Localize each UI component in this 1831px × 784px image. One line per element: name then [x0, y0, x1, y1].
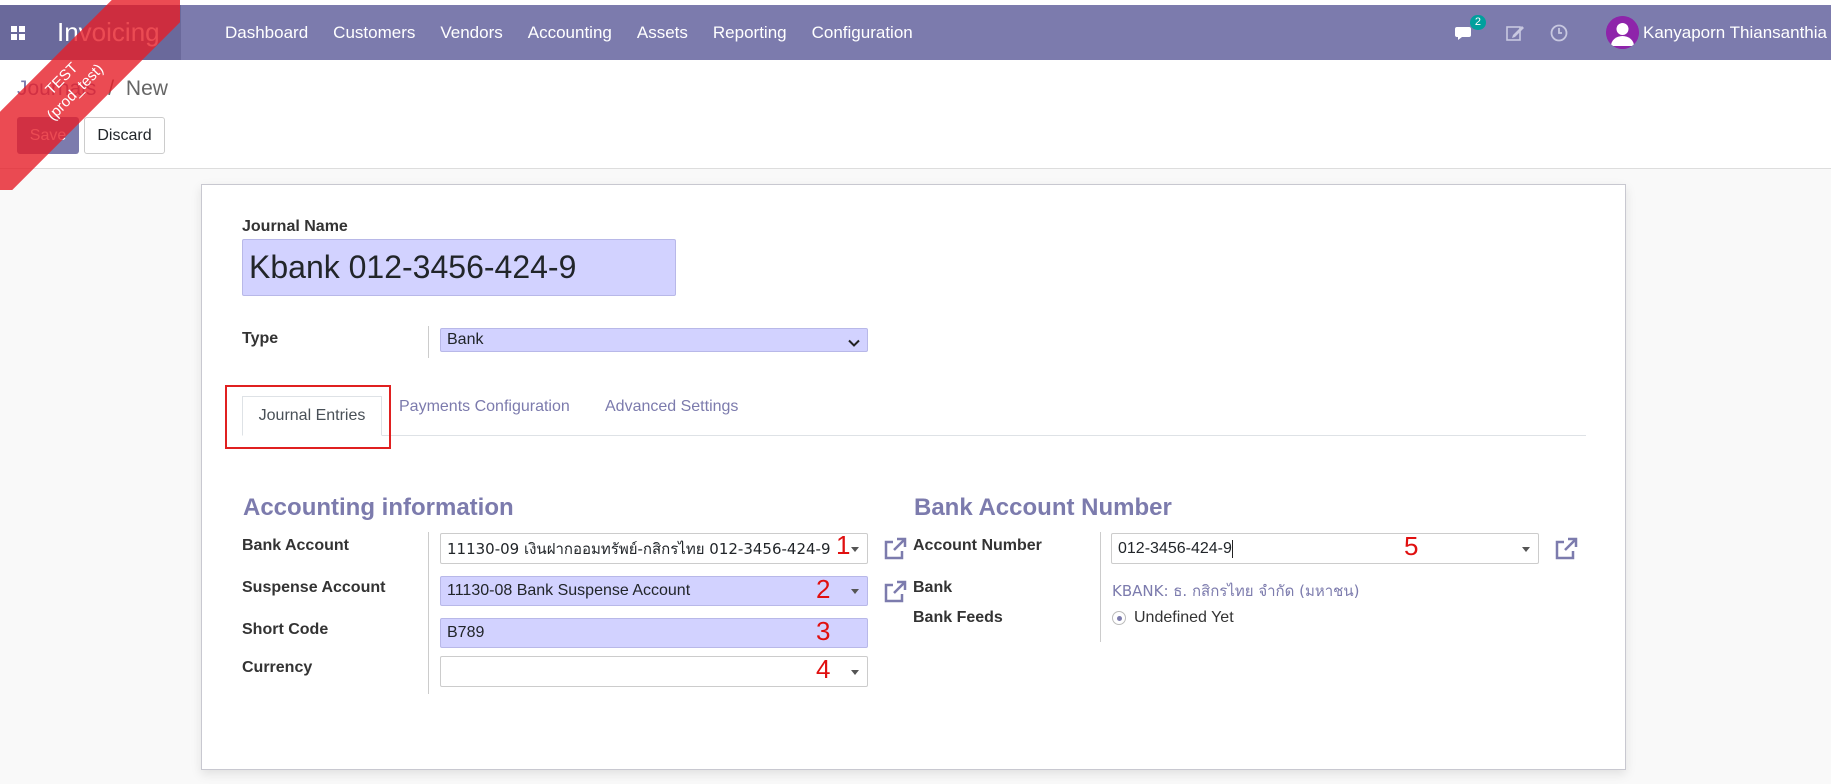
- chevron-down-icon: [848, 339, 860, 347]
- type-select[interactable]: Bank: [440, 328, 868, 352]
- bank-feeds-value: Undefined Yet: [1134, 609, 1234, 626]
- user-avatar[interactable]: [1606, 16, 1639, 49]
- currency-field[interactable]: [440, 656, 868, 687]
- bank-account-value: 11130-09 เงินฝากออมทรัพย์-กสิกรไทย 012-3…: [447, 539, 831, 558]
- short-code-input[interactable]: B789: [440, 618, 868, 648]
- suspense-account-label: Suspense Account: [242, 579, 386, 596]
- breadcrumb: Journals / New: [17, 77, 168, 101]
- accounting-separator: [428, 532, 429, 694]
- account-number-value: 012-3456-424-9: [1118, 539, 1232, 557]
- clock-icon: [1550, 24, 1568, 41]
- navbar-systray: 2 Kanyaporn Thiansanthia: [1454, 5, 1831, 60]
- breadcrumb-journals[interactable]: Journals: [17, 77, 96, 100]
- dropdown-caret-icon[interactable]: [1522, 546, 1530, 552]
- bank-feeds-label: Bank Feeds: [913, 609, 1003, 626]
- menu-dashboard[interactable]: Dashboard: [225, 23, 308, 43]
- apps-menu-button[interactable]: [0, 5, 35, 60]
- type-separator: [428, 326, 429, 358]
- dropdown-caret-icon[interactable]: [851, 589, 859, 594]
- bank-account-label: Bank Account: [242, 537, 349, 554]
- external-link-icon[interactable]: [882, 579, 908, 605]
- short-code-label: Short Code: [242, 621, 329, 638]
- account-number-field[interactable]: 012-3456-424-9: [1111, 533, 1539, 564]
- timesheet-button[interactable]: [1548, 22, 1570, 44]
- save-button[interactable]: Save: [17, 117, 79, 154]
- discard-button[interactable]: Discard: [84, 117, 165, 154]
- menu-assets[interactable]: Assets: [637, 23, 688, 43]
- annotation-1: 1: [836, 530, 851, 560]
- type-select-value: Bank: [447, 331, 484, 348]
- bank-account-field[interactable]: 11130-09 เงินฝากออมทรัพย์-กสิกรไทย 012-3…: [440, 533, 868, 564]
- account-number-label: Account Number: [913, 537, 1042, 554]
- activities-button[interactable]: [1504, 22, 1526, 44]
- text-cursor: [1231, 539, 1233, 558]
- bank-label: Bank: [913, 579, 953, 596]
- suspense-account-field[interactable]: 11130-08 Bank Suspense Account: [440, 576, 868, 606]
- external-link-icon[interactable]: [1553, 536, 1579, 562]
- dropdown-caret-icon[interactable]: [851, 669, 859, 675]
- messages-button[interactable]: 2: [1454, 14, 1486, 44]
- avatar-icon: [1606, 16, 1639, 49]
- menu-vendors[interactable]: Vendors: [440, 23, 502, 43]
- grid-icon: [10, 25, 25, 40]
- tab-payments-configuration[interactable]: Payments Configuration: [399, 398, 570, 416]
- breadcrumb-separator: /: [108, 77, 115, 100]
- accounting-info-title: Accounting information: [243, 494, 514, 521]
- currency-label: Currency: [242, 659, 313, 676]
- tab-advanced-settings[interactable]: Advanced Settings: [605, 398, 738, 416]
- edit-icon: [1506, 25, 1524, 41]
- tabs-divider: [242, 435, 1586, 436]
- menu-configuration[interactable]: Configuration: [812, 23, 913, 43]
- journal-name-input[interactable]: Kbank 012-3456-424-9: [242, 239, 676, 296]
- messages-count-badge: 2: [1469, 14, 1486, 30]
- bank-account-number-title: Bank Account Number: [914, 494, 1172, 521]
- annotation-5: 5: [1404, 531, 1419, 561]
- annotation-2: 2: [816, 574, 831, 604]
- top-navbar: Invoicing Dashboard Customers Vendors Ac…: [0, 5, 1831, 60]
- annotation-3: 3: [816, 616, 831, 646]
- app-brand[interactable]: Invoicing: [35, 5, 181, 60]
- bank-feeds-radio[interactable]: [1112, 611, 1126, 625]
- dropdown-caret-icon[interactable]: [851, 546, 859, 552]
- bank-value-link[interactable]: KBANK: ธ. กสิกรไทย จำกัด (มหาชน): [1112, 579, 1359, 603]
- type-label: Type: [242, 330, 279, 347]
- annotation-4: 4: [816, 654, 831, 684]
- suspense-account-value: 11130-08 Bank Suspense Account: [447, 582, 691, 599]
- external-link-icon[interactable]: [882, 536, 908, 562]
- main-menu: Dashboard Customers Vendors Accounting A…: [225, 5, 938, 60]
- bank-section-separator: [1100, 532, 1101, 642]
- user-menu[interactable]: Kanyaporn Thiansanthia: [1643, 23, 1827, 43]
- journal-name-label: Journal Name: [242, 218, 348, 235]
- short-code-value: B789: [447, 624, 485, 641]
- tab-highlight-annotation: [225, 385, 391, 449]
- menu-customers[interactable]: Customers: [333, 23, 415, 43]
- menu-reporting[interactable]: Reporting: [713, 23, 787, 43]
- breadcrumb-current: New: [125, 77, 168, 100]
- menu-accounting[interactable]: Accounting: [528, 23, 612, 43]
